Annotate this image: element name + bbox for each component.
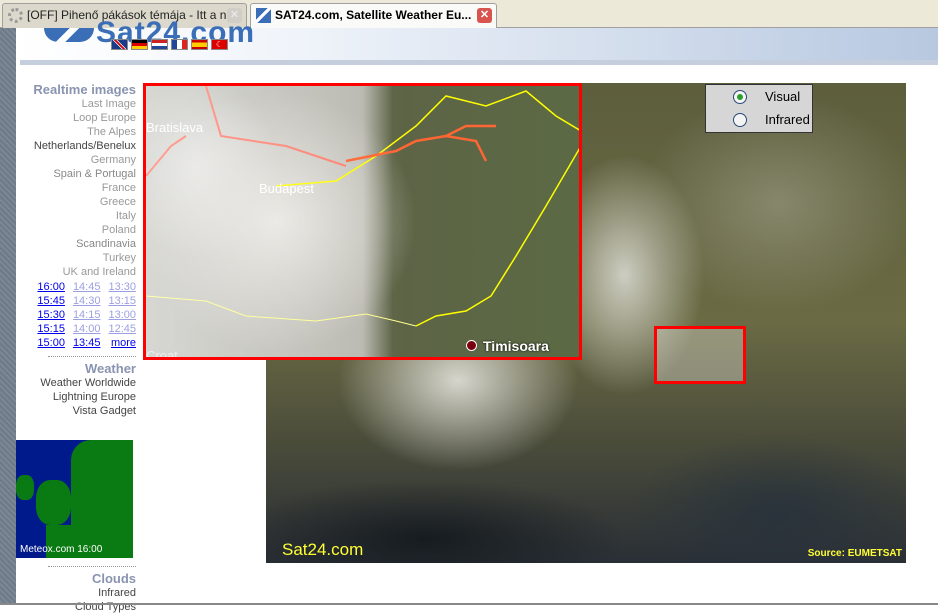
meteox-radar-thumbnail[interactable]: Meteox.com 16:00 (16, 440, 133, 558)
sidebar-item-vista-gadget[interactable]: Vista Gadget (16, 404, 136, 418)
logo-icon[interactable] (44, 28, 94, 42)
mode-visual[interactable]: Visual (706, 85, 812, 108)
city-label: Budapest (259, 181, 314, 196)
image-mode-selector: Visual Infrared (705, 84, 813, 133)
realtime-heading: Realtime images (33, 82, 136, 97)
sat24-watermark: Sat24.com (282, 540, 364, 559)
close-tab-icon[interactable]: ✕ (477, 8, 492, 23)
time-link[interactable]: 12:45 (108, 322, 136, 336)
time-link[interactable]: 14:00 (73, 322, 101, 336)
flag-fr-icon[interactable] (171, 39, 188, 50)
sidebar-item-last-image[interactable]: Last Image (16, 97, 136, 111)
time-link[interactable]: 13:30 (108, 280, 136, 294)
header-divider (20, 60, 938, 65)
time-link[interactable]: 14:15 (73, 308, 101, 322)
flag-nl-icon[interactable] (151, 39, 168, 50)
time-link[interactable]: 14:45 (73, 280, 101, 294)
sidebar-item-weather-worldwide[interactable]: Weather Worldwide (16, 376, 136, 390)
flag-es-icon[interactable] (191, 39, 208, 50)
radio-infrared[interactable] (733, 112, 747, 127)
language-flags: ☾ (111, 39, 228, 50)
time-link[interactable]: 13:00 (108, 308, 136, 322)
source-label: Source: EUMETSAT (807, 548, 902, 559)
mode-label: Visual (765, 89, 801, 104)
sidebar-item-germany[interactable]: Germany (16, 153, 136, 167)
time-link[interactable]: 15:45 (37, 294, 65, 308)
sidebar-item-france[interactable]: France (16, 181, 136, 195)
divider (48, 356, 136, 357)
sidebar-item-infrared[interactable]: Infrared (16, 586, 136, 600)
site-header: Sat24.com ☾ (16, 16, 938, 65)
time-links: 16:00 14:45 13:30 15:45 14:30 13:15 15:3… (16, 280, 136, 350)
sidebar: Realtime images Last Image Loop Europe T… (16, 82, 136, 614)
zoomed-map-popup[interactable]: Bratislava Budapest Timisoara Croat (143, 83, 582, 360)
sidebar-item-scandinavia[interactable]: Scandinavia (16, 237, 136, 251)
meteox-caption: Meteox.com 16:00 (20, 544, 103, 555)
mode-label: Infrared (765, 112, 810, 127)
sidebar-item-greece[interactable]: Greece (16, 195, 136, 209)
divider (48, 566, 136, 567)
sidebar-item-poland[interactable]: Poland (16, 223, 136, 237)
flag-de-icon[interactable] (131, 39, 148, 50)
time-link[interactable]: 14:30 (73, 294, 101, 308)
time-link[interactable]: 15:15 (37, 322, 65, 336)
sat24-favicon-icon (256, 8, 271, 23)
tab-title: SAT24.com, Satellite Weather Eu... (275, 8, 472, 22)
clouds-heading: Clouds (91, 571, 136, 586)
sidebar-item-uk-ireland[interactable]: UK and Ireland (16, 265, 136, 279)
sidebar-item-spain-portugal[interactable]: Spain & Portugal (16, 167, 136, 181)
sidebar-item-benelux[interactable]: Netherlands/Benelux (16, 139, 136, 153)
sidebar-item-alpes[interactable]: The Alpes (16, 125, 136, 139)
time-link[interactable]: 15:00 (37, 336, 65, 350)
city-label: Timisoara (466, 338, 549, 354)
time-link[interactable]: 13:15 (108, 294, 136, 308)
mode-infrared[interactable]: Infrared (706, 108, 812, 131)
city-label: Croat (146, 348, 178, 360)
sidebar-item-italy[interactable]: Italy (16, 209, 136, 223)
loading-icon (8, 8, 23, 23)
time-link[interactable]: 13:45 (73, 336, 101, 350)
browser-tab-active[interactable]: SAT24.com, Satellite Weather Eu... ✕ (250, 3, 497, 28)
flag-tr-icon[interactable]: ☾ (211, 39, 228, 50)
zoom-region-marker[interactable] (654, 326, 746, 384)
time-link[interactable]: 16:00 (37, 280, 65, 294)
city-label: Bratislava (146, 120, 204, 135)
radio-visual[interactable] (733, 89, 747, 104)
more-times-link[interactable]: more (108, 336, 136, 350)
weather-heading: Weather (84, 361, 136, 376)
flag-uk-icon[interactable] (111, 39, 128, 50)
sidebar-item-loop-europe[interactable]: Loop Europe (16, 111, 136, 125)
page-margin (0, 28, 16, 605)
time-link[interactable]: 15:30 (37, 308, 65, 322)
sidebar-item-lightning-europe[interactable]: Lightning Europe (16, 390, 136, 404)
sidebar-item-turkey[interactable]: Turkey (16, 251, 136, 265)
